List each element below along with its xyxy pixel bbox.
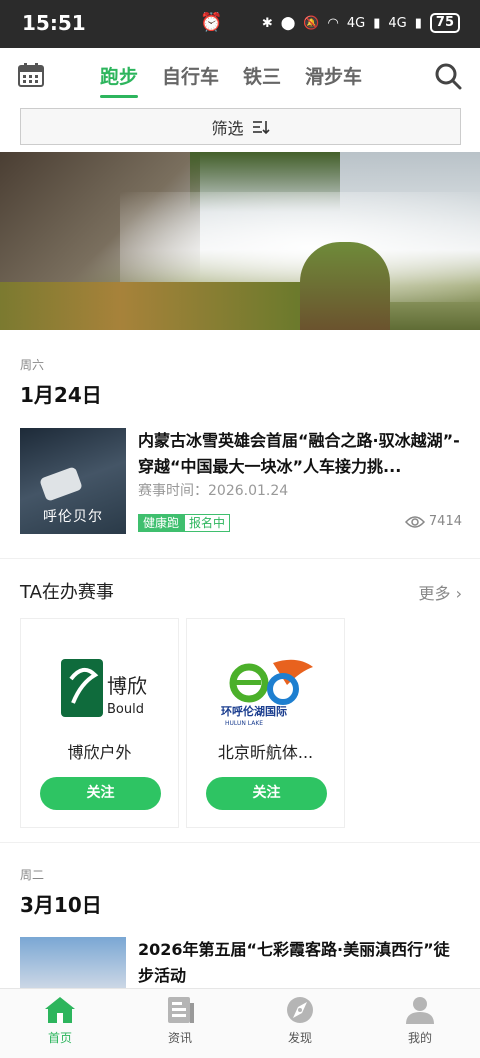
nav-profile-label: 我的 xyxy=(407,1031,432,1045)
tab-triathlon[interactable]: 铁三 xyxy=(243,62,281,98)
signal-icon-2: ▮ xyxy=(414,15,422,31)
thumb-location: 呼伦贝尔 xyxy=(43,509,103,525)
status-icons: ✱ ⬤ 🔕 ◠ 4G ▮ 4G ▮ 75 xyxy=(262,13,460,33)
bluetooth-icon: ✱ xyxy=(261,15,273,31)
chevron-right-icon: › xyxy=(455,584,462,603)
banner-foreground-trees xyxy=(0,282,300,330)
filter-label: 筛选 xyxy=(211,118,244,138)
thumb-car xyxy=(39,466,83,502)
date-label: 3月10日 xyxy=(20,893,102,917)
signal-icon: ▮ xyxy=(373,15,381,31)
organizer-name: 北京昕航体... xyxy=(217,743,314,762)
nav-discover-label: 发现 xyxy=(287,1031,312,1045)
nav-profile[interactable]: 我的 xyxy=(360,989,480,1058)
event-time: 赛事时间：2026.01.24 xyxy=(138,483,289,499)
profile-icon xyxy=(406,997,434,1024)
follow-button[interactable]: 关注 xyxy=(206,777,327,810)
status-badge: 报名中 xyxy=(184,514,231,532)
sort-icon xyxy=(252,120,270,134)
mute-icon: 🔕 xyxy=(303,15,320,31)
logo-subtext: HULUN LAKE xyxy=(225,720,263,727)
network-label-2: 4G xyxy=(388,15,407,31)
tab-running[interactable]: 跑步 xyxy=(100,62,139,98)
nav-home[interactable]: 首页 xyxy=(0,989,120,1058)
section-divider xyxy=(0,842,480,843)
home-icon xyxy=(45,997,75,1023)
nav-discover[interactable]: 发现 xyxy=(240,989,360,1058)
weekday-label: 周二 xyxy=(20,868,45,882)
event-title: 内蒙古冰雪英雄会首届“融合之路·驭冰越湖”-穿越“中国最大一块冰”人车接力挑..… xyxy=(138,431,460,476)
more-label: 更多 xyxy=(418,584,451,603)
eye-icon xyxy=(404,515,425,528)
weekday-label: 周六 xyxy=(20,358,45,372)
organizer-logo: 博欣 Bould xyxy=(61,659,147,717)
wifi-icon: ◠ xyxy=(327,15,339,31)
view-count-value: 7414 xyxy=(428,514,462,529)
nav-news[interactable]: 资讯 xyxy=(120,989,240,1058)
event-thumbnail: 呼伦贝尔 xyxy=(20,428,126,534)
event-title: 2026年第五届“七彩霞客路·美丽滇西行”徒步活动 xyxy=(138,940,450,985)
hero-banner[interactable] xyxy=(0,152,480,330)
follow-button[interactable]: 关注 xyxy=(40,777,161,810)
battery-indicator: 75 xyxy=(429,13,460,33)
section-divider xyxy=(0,558,480,559)
banner-cliff xyxy=(300,242,390,330)
view-count: 7414 xyxy=(404,514,462,529)
event-thumbnail xyxy=(20,937,126,988)
alarm-icon: ⏰ xyxy=(200,12,223,33)
bottom-nav: 首页 资讯 发现 我的 xyxy=(0,988,480,1058)
event-card[interactable]: 2026年第五届“七彩霞客路·美丽滇西行”徒步活动 xyxy=(20,937,462,988)
tab-cycling[interactable]: 自行车 xyxy=(162,62,219,98)
organizer-card[interactable]: 环呼伦湖国际 HULUN LAKE 北京昕航体... 关注 xyxy=(186,618,345,828)
news-icon xyxy=(168,997,194,1023)
discover-icon xyxy=(287,997,313,1023)
logo-text: 环呼伦湖国际 xyxy=(221,704,287,718)
organizer-card[interactable]: 博欣 Bould 博欣户外 关注 xyxy=(20,618,179,828)
logo-text: 博欣 xyxy=(107,674,147,698)
nav-news-label: 资讯 xyxy=(167,1031,192,1045)
event-tags: 健康跑 报名中 xyxy=(138,514,231,532)
network-label-1: 4G xyxy=(346,15,366,31)
organizers-header: TA在办赛事 更多 › xyxy=(20,578,462,606)
location-icon: ⬤ xyxy=(280,15,296,31)
calendar-icon[interactable] xyxy=(18,63,44,87)
logo-subtext: Bould xyxy=(107,702,144,717)
organizer-logo: 环呼伦湖国际 HULUN LAKE xyxy=(221,659,313,727)
organizer-name: 博欣户外 xyxy=(67,743,132,762)
more-link[interactable]: 更多 › xyxy=(418,580,462,604)
search-icon[interactable] xyxy=(434,62,462,90)
status-bar: 15:51 ⏰ ✱ ⬤ 🔕 ◠ 4G ▮ 4G ▮ 75 xyxy=(0,0,480,48)
date-header: 周六 1月24日 xyxy=(20,356,102,408)
category-tag: 健康跑 xyxy=(138,514,185,532)
sport-tabs: 跑步 自行车 铁三 滑步车 xyxy=(100,62,386,98)
tab-balance-bike[interactable]: 滑步车 xyxy=(305,62,362,98)
event-card[interactable]: 呼伦贝尔 内蒙古冰雪英雄会首届“融合之路·驭冰越湖”-穿越“中国最大一块冰”人车… xyxy=(20,428,462,536)
filter-button[interactable]: 筛选 xyxy=(20,108,461,145)
date-label: 1月24日 xyxy=(20,383,102,407)
date-header: 周二 3月10日 xyxy=(20,866,102,918)
status-time: 15:51 xyxy=(22,11,86,35)
organizers-title: TA在办赛事 xyxy=(20,582,114,603)
nav-home-label: 首页 xyxy=(47,1031,72,1045)
top-nav: 跑步 自行车 铁三 滑步车 xyxy=(0,48,480,104)
